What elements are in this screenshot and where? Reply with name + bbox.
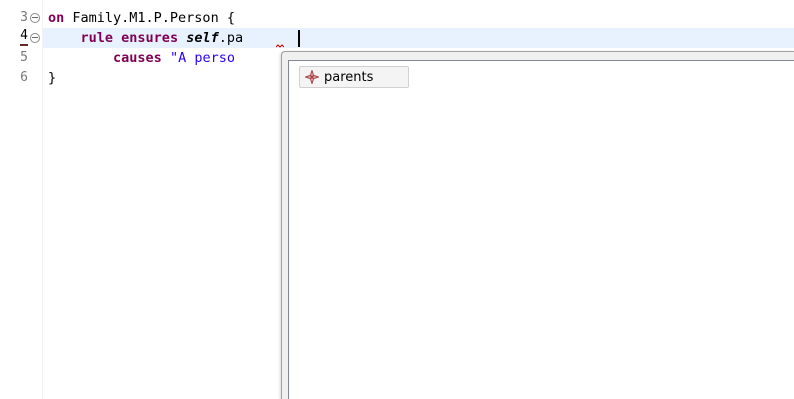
code-line[interactable]: causes "A perso — [48, 48, 235, 68]
line-number: 6 — [20, 70, 28, 85]
keyword-token: causes — [113, 50, 162, 66]
code-token: .pa — [218, 30, 244, 46]
gutter-row: 3 — [0, 8, 42, 28]
line-number-current: 4 — [20, 28, 28, 46]
keyword-token: ensures — [121, 30, 179, 46]
gutter-row: 6 — [0, 68, 42, 88]
collapse-icon[interactable] — [30, 33, 40, 43]
text-caret — [298, 30, 300, 47]
code-line-current[interactable]: rule ensures self.pa — [48, 28, 244, 48]
gutter-divider — [42, 0, 43, 399]
content-assist-popup[interactable]: parents — [281, 51, 794, 399]
indent-token — [48, 30, 81, 46]
indent-token — [48, 50, 113, 66]
code-token: } — [48, 70, 57, 86]
feature-icon — [303, 68, 321, 86]
keyword-token: on — [48, 10, 65, 26]
code-line[interactable]: } — [48, 68, 56, 88]
keyword-token: rule — [80, 30, 114, 46]
string-token: "A perso — [169, 50, 235, 66]
gutter-row: 4 — [0, 28, 42, 48]
proposal-item-parents[interactable]: parents — [299, 66, 409, 88]
self-token: self — [186, 30, 219, 46]
line-number-gutter: 3 4 5 6 — [0, 0, 42, 399]
line-number: 5 — [20, 50, 28, 65]
collapse-icon[interactable] — [30, 13, 40, 23]
gutter-row: 5 — [0, 48, 42, 68]
code-token: Family.M1.P.Person { — [64, 10, 235, 26]
proposal-list[interactable]: parents — [288, 60, 794, 399]
error-marker-icon — [275, 44, 285, 48]
code-editor[interactable]: 3 4 5 6 on Family.M1.P.Person { rule ens… — [0, 0, 794, 399]
line-number: 3 — [20, 10, 28, 25]
proposal-label: parents — [324, 69, 374, 85]
code-line[interactable]: on Family.M1.P.Person { — [48, 8, 235, 28]
